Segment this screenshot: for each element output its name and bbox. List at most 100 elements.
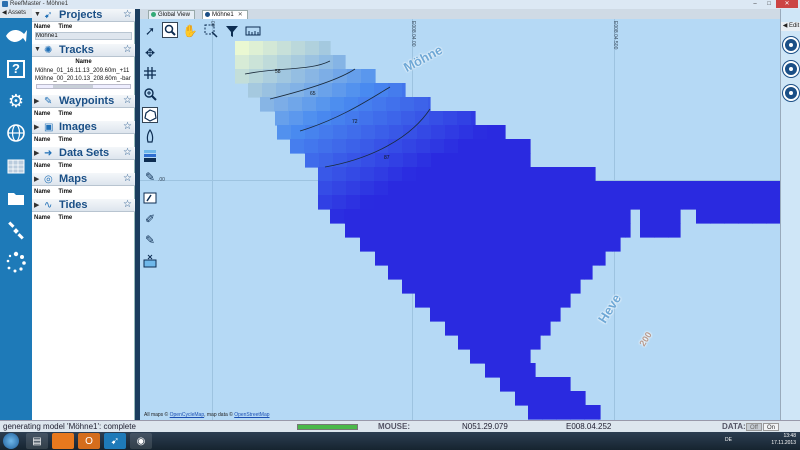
start-button[interactable] [3,433,19,449]
tracks-horizontal-scrollbar[interactable] [36,84,131,89]
zoom-tool-icon[interactable] [162,22,178,38]
move-arrows-icon[interactable]: ✥ [142,45,158,61]
measure-pin-icon[interactable]: ✎ [142,232,158,248]
images-section-header[interactable]: ▶ ▣ Images ☆ [32,121,135,134]
depth-cell [752,209,767,224]
explorer-icon[interactable]: ▤ [26,433,48,449]
star-icon[interactable]: ☆ [123,121,132,132]
filter-icon[interactable] [224,23,240,39]
maps-section-header[interactable]: ▶ ◎ Maps ☆ [32,173,135,186]
star-icon[interactable]: ☆ [123,147,132,158]
opencyclemap-link[interactable]: OpenCycleMap [170,412,204,418]
tab-mohne1[interactable]: Möhne1 ✕ [202,10,248,19]
scrollbar-thumb[interactable] [53,85,93,88]
tab-close-icon[interactable]: ✕ [238,12,243,18]
list-item[interactable]: Möhne_01_16.11.13_209.60m_+11 [35,67,132,75]
polygon-area-icon[interactable] [142,107,158,123]
column-header[interactable]: Time [58,163,72,169]
star-icon[interactable]: ☆ [123,9,132,20]
list-item[interactable]: Möhne1 [35,32,132,40]
firefox-icon[interactable] [52,433,74,449]
projects-section-header[interactable]: ▼ ➹ Projects ☆ [32,9,135,22]
satellite-icon[interactable] [4,219,28,243]
expand-arrow-icon[interactable]: ▶ [34,123,39,131]
route-pin-icon[interactable]: ✐ [142,211,158,227]
star-icon[interactable]: ☆ [123,95,132,106]
track-icon: ✺ [44,45,53,56]
hand-pan-icon[interactable]: ✋ [182,23,198,39]
openstreetmap-link[interactable]: OpenStreetMap [234,412,269,418]
clock-time[interactable]: 13:48 [771,433,796,440]
depth-layers-icon[interactable] [142,148,158,164]
help-icon[interactable]: ? [4,57,28,81]
list-item[interactable]: Möhne_00_20.10.13_208.60m_-bar [35,75,132,83]
column-header[interactable]: Time [58,189,72,195]
spinner-icon[interactable] [4,250,28,274]
map-canvas[interactable]: 00 E008.04.00 E008.04.500 .00 58 65 72 87 M… [140,19,780,420]
select-region-icon[interactable] [203,23,219,39]
grid-icon[interactable] [142,65,158,81]
column-header[interactable]: Time [58,215,72,221]
depth-cell [514,237,529,252]
depth-cell [570,167,585,182]
tracks-column-header[interactable]: Name [34,58,133,66]
depth-cell [471,111,476,126]
chart-grid-icon[interactable] [4,154,28,178]
star-icon[interactable]: ☆ [123,173,132,184]
star-icon[interactable]: ☆ [123,199,132,210]
clock-date[interactable]: 17.11.2013 [771,440,796,447]
column-header[interactable]: Time [58,111,72,117]
depth-cell [584,265,593,280]
target-icon[interactable] [783,61,799,77]
ruler-icon[interactable] [245,23,261,39]
target-icon[interactable] [783,37,799,53]
data-on-toggle[interactable]: On [763,423,779,431]
camera-icon[interactable]: ◉ [130,433,152,449]
tab-global-view[interactable]: Global View [148,10,195,19]
pointer-tool-icon[interactable]: ➚ [142,23,158,39]
target-icon[interactable] [783,85,799,101]
language-indicator[interactable]: DE [725,437,732,444]
globe-icon[interactable] [4,121,28,145]
star-icon[interactable]: ☆ [123,44,132,55]
expand-arrow-icon[interactable]: ▶ [34,149,39,157]
depth-cell [360,139,375,154]
map-attribution: All maps © OpenCycleMap, map data © Open… [144,412,270,418]
tides-section-header[interactable]: ▶ ∿ Tides ☆ [32,199,135,212]
zoom-in-icon[interactable] [142,86,158,102]
gear-icon[interactable]: ⚙ [4,89,28,113]
outlook-icon[interactable]: O [78,433,100,449]
waypoint-tool-icon[interactable]: ✎ [142,169,158,185]
column-header[interactable]: Name [34,111,50,117]
column-header[interactable]: Name [34,189,50,195]
waypoints-section-header[interactable]: ▶ ✎ Waypoints ☆ [32,95,135,108]
minimize-button[interactable]: – [748,0,762,8]
expand-arrow-icon[interactable]: ▶ [34,97,39,105]
data-off-toggle[interactable]: Off [746,423,762,431]
depth-cell [626,195,641,210]
image-pin-icon[interactable] [142,190,158,206]
edit-toggle[interactable]: ◀ Edit [781,22,800,31]
collapse-arrow-icon[interactable]: ▼ [34,11,41,18]
close-button[interactable]: ✕ [776,0,798,8]
maximize-button[interactable]: □ [762,0,776,8]
sounding-icon[interactable] [142,253,158,269]
collapse-arrow-icon[interactable]: ▼ [34,46,41,53]
expand-arrow-icon[interactable]: ▶ [34,175,39,183]
column-header[interactable]: Name [34,163,50,169]
column-header[interactable]: Time [58,24,72,30]
column-header[interactable]: Name [34,215,50,221]
tracks-section-header[interactable]: ▼ ✺ Tracks ☆ [32,44,135,57]
column-header[interactable]: Time [58,137,72,143]
boat-icon[interactable] [142,128,158,144]
column-header[interactable]: Name [34,24,50,30]
expand-arrow-icon[interactable]: ▶ [34,201,39,209]
fish-icon[interactable] [4,24,28,48]
depth-cell [360,195,375,210]
column-header[interactable]: Name [34,137,50,143]
assets-toggle[interactable]: ◀ Assets [0,9,32,18]
depth-cell [305,69,320,84]
datasets-section-header[interactable]: ▶ ➜ Data Sets ☆ [32,147,135,160]
folder-icon[interactable] [4,186,28,210]
reefmaster-taskbar-icon[interactable]: ➹ [104,433,126,449]
